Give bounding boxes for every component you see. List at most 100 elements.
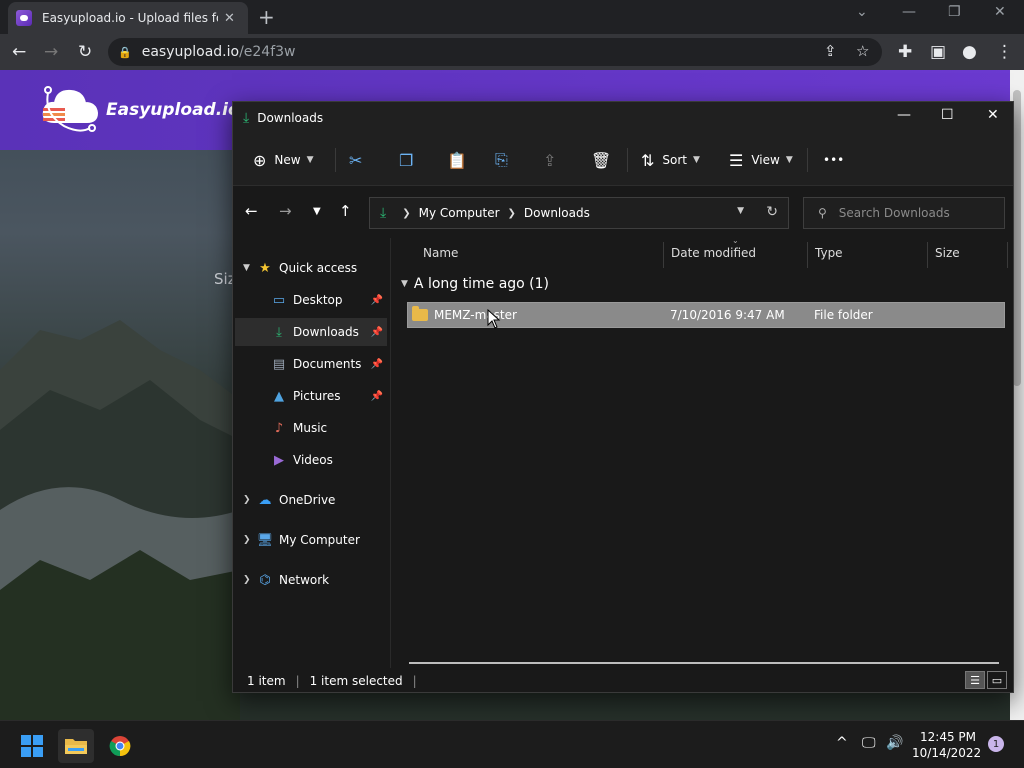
- computer-icon: 🖥: [256, 532, 274, 548]
- explorer-address-bar[interactable]: ⤓ ❯ My Computer ❯ Downloads ▼ ↻: [369, 197, 789, 229]
- easyupload-favicon-icon: [16, 10, 32, 26]
- pin-icon[interactable]: 📌: [371, 359, 383, 370]
- status-divider: |: [412, 674, 417, 688]
- sort-indicator-icon: ⌄: [732, 236, 739, 245]
- share-icon[interactable]: ⇪: [824, 42, 837, 60]
- address-bar[interactable]: 🔒 easyupload.io/e24f3w ⇪ ☆: [108, 38, 882, 66]
- chevron-right-icon[interactable]: ❯: [243, 575, 257, 585]
- volume-icon[interactable]: 🔊: [886, 735, 903, 751]
- nav-onedrive[interactable]: ❯ ☁ OneDrive: [235, 486, 387, 514]
- refresh-icon[interactable]: ↻: [766, 204, 778, 220]
- page-scrollbar-thumb[interactable]: [1013, 90, 1021, 386]
- start-button[interactable]: [14, 729, 50, 763]
- pin-icon[interactable]: 📌: [371, 327, 383, 338]
- explorer-close-icon[interactable]: ✕: [987, 107, 999, 123]
- nav-videos[interactable]: ▶ Videos: [235, 446, 387, 474]
- chevron-right-icon[interactable]: ❯: [243, 495, 257, 505]
- sort-button[interactable]: ⇅ Sort ▼: [641, 148, 700, 172]
- paste-button[interactable]: 📋: [447, 148, 475, 172]
- close-window-icon[interactable]: ✕: [994, 4, 1006, 20]
- show-hidden-icons-chevron-icon[interactable]: ^: [836, 735, 848, 751]
- extensions-puzzle-icon[interactable]: ✚: [898, 40, 912, 64]
- view-lines-icon: ☰: [729, 150, 744, 170]
- explorer-maximize-icon[interactable]: ☐: [941, 107, 954, 123]
- cut-button[interactable]: ✂: [349, 148, 370, 172]
- nav-music[interactable]: ♪ Music: [235, 414, 387, 442]
- back-arrow-icon[interactable]: ←: [12, 40, 26, 64]
- taskbar-clock[interactable]: 12:45 PM 10/14/2022: [912, 729, 981, 761]
- share-button[interactable]: ⇪: [543, 148, 564, 172]
- nav-quick-access[interactable]: ▼ ★ Quick access: [235, 254, 387, 282]
- nav-network[interactable]: ❯ ⌬ Network: [235, 566, 387, 594]
- delete-button[interactable]: 🗑: [591, 148, 619, 172]
- file-name: MEMZ-master: [434, 308, 517, 322]
- downloads-location-icon: ⤓: [380, 205, 387, 221]
- breadcrumb-chevron-icon: ❯: [402, 207, 411, 219]
- nav-desktop[interactable]: ▭ Desktop 📌: [235, 286, 387, 314]
- side-panel-icon[interactable]: ▣: [930, 40, 946, 64]
- forward-arrow-icon[interactable]: →: [279, 202, 292, 220]
- new-button[interactable]: ⊕ New ▼: [253, 148, 314, 172]
- mountain-background-image: [0, 320, 240, 720]
- horizontal-scrollbar[interactable]: [409, 662, 999, 664]
- pin-icon[interactable]: 📌: [371, 295, 383, 306]
- nav-label: Videos: [293, 453, 333, 467]
- chevron-down-icon[interactable]: ▼: [243, 263, 257, 273]
- nav-my-computer[interactable]: ❯ 🖥 My Computer: [235, 526, 387, 554]
- taskbar-chrome[interactable]: [102, 729, 138, 763]
- recent-locations-chevron-icon[interactable]: ▼: [313, 206, 321, 217]
- column-header-type[interactable]: Type: [815, 246, 843, 260]
- notification-badge[interactable]: 1: [988, 736, 1004, 752]
- column-header-date-modified[interactable]: Date modified: [671, 246, 756, 260]
- explorer-title: Downloads: [257, 111, 324, 125]
- profile-avatar-icon[interactable]: ●: [962, 40, 977, 64]
- explorer-minimize-icon[interactable]: —: [897, 107, 911, 123]
- nav-documents[interactable]: ▤ Documents 📌: [235, 350, 387, 378]
- group-header[interactable]: ▼ A long time ago (1): [401, 276, 549, 292]
- search-downloads-input[interactable]: ⚲ Search Downloads: [803, 197, 1005, 229]
- rename-button[interactable]: ⎘: [495, 148, 516, 172]
- site-logo-text[interactable]: Easyupload.io: [106, 100, 240, 120]
- chrome-menu-icon[interactable]: ⋮: [996, 40, 1013, 64]
- column-separator[interactable]: [663, 242, 664, 268]
- column-header-size[interactable]: Size: [935, 246, 960, 260]
- nav-pictures[interactable]: ▲ Pictures 📌: [235, 382, 387, 410]
- column-separator[interactable]: [927, 242, 928, 268]
- column-separator[interactable]: [807, 242, 808, 268]
- copy-button[interactable]: ❐: [399, 148, 421, 172]
- music-icon: ♪: [274, 420, 284, 436]
- tab-close-icon[interactable]: ✕: [224, 11, 235, 26]
- taskbar-file-explorer[interactable]: [58, 729, 94, 763]
- plus-circle-icon: ⊕: [253, 150, 267, 170]
- address-dropdown-icon[interactable]: ▼: [737, 206, 744, 216]
- restore-icon[interactable]: ❐: [948, 4, 961, 20]
- browser-tab[interactable]: Easyupload.io - Upload files for f ✕: [8, 2, 248, 34]
- up-arrow-icon[interactable]: ↑: [339, 202, 352, 220]
- tiles-view-icon[interactable]: ▭: [987, 671, 1007, 689]
- network-status-icon[interactable]: 🖵: [862, 735, 876, 751]
- breadcrumb-downloads[interactable]: Downloads: [524, 206, 590, 220]
- back-arrow-icon[interactable]: ←: [245, 202, 258, 220]
- reload-icon[interactable]: ↻: [78, 40, 92, 64]
- more-options-button[interactable]: •••: [823, 148, 844, 172]
- nav-label: Documents: [293, 357, 362, 371]
- column-separator[interactable]: [1007, 242, 1008, 268]
- explorer-title-bar[interactable]: ⤓ Downloads — ☐ ✕: [233, 102, 1013, 134]
- nav-downloads[interactable]: ⤓ Downloads 📌: [235, 318, 387, 346]
- file-list: Name Date modified ⌄ Type Size ▼ A long …: [391, 236, 1013, 668]
- chevron-right-icon[interactable]: ❯: [243, 535, 257, 545]
- breadcrumb-my-computer[interactable]: My Computer: [419, 206, 500, 220]
- clock-time: 12:45 PM: [920, 730, 976, 744]
- status-bar: 1 item | 1 item selected | ☰ ▭: [233, 668, 1013, 694]
- tab-search-chevron-icon[interactable]: ⌄: [856, 4, 868, 20]
- file-date: 7/10/2016 9:47 AM: [670, 308, 785, 322]
- item-count: 1 item: [247, 674, 286, 688]
- minimize-icon[interactable]: —: [902, 4, 916, 20]
- view-button[interactable]: ☰ View ▼: [729, 148, 793, 172]
- details-view-icon[interactable]: ☰: [965, 671, 985, 689]
- pin-icon[interactable]: 📌: [371, 391, 383, 402]
- forward-arrow-icon[interactable]: →: [44, 40, 58, 64]
- column-header-name[interactable]: Name: [423, 246, 458, 260]
- bookmark-star-icon[interactable]: ☆: [856, 42, 869, 60]
- new-tab-button[interactable]: +: [258, 5, 275, 29]
